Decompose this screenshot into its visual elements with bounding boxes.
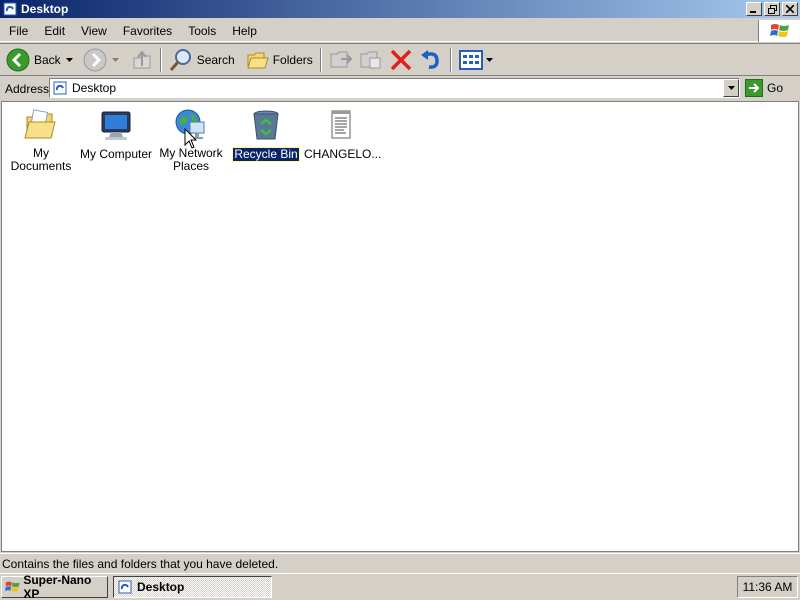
toolbar: Back Search Folders [0,43,800,76]
delete-button[interactable] [386,46,416,74]
windows-flag-icon [769,24,789,37]
go-arrow-icon [745,79,763,97]
taskbar-button-desktop[interactable]: Desktop [113,576,272,598]
search-button[interactable]: Search [166,46,238,74]
back-button[interactable]: Back [3,46,76,74]
menu-help[interactable]: Help [223,21,264,41]
restore-button[interactable] [764,2,780,16]
views-button[interactable] [456,46,496,74]
folders-icon [247,52,269,68]
up-folder-button[interactable] [128,46,156,74]
system-tray-clock[interactable]: 11:36 AM [737,576,798,598]
desktop-item-changelog[interactable]: CHANGELO... [303,104,382,161]
back-dropdown-icon[interactable] [65,57,73,62]
folders-button[interactable]: Folders [244,46,316,74]
toolbar-separator [449,47,452,72]
undo-icon [420,49,439,69]
desktop-item-label: Recycle Bin [232,147,300,162]
search-label: Search [196,52,235,67]
move-to-button[interactable] [326,46,356,74]
folder-documents-icon [24,109,56,139]
folders-label: Folders [272,52,313,67]
explorer-window-icon [3,2,17,16]
delete-x-icon [390,49,411,70]
minimize-button[interactable] [746,2,762,16]
forward-dropdown-icon[interactable] [111,57,119,62]
computer-icon [101,111,131,140]
mouse-cursor-icon [184,128,198,149]
desktop-item-label: My Documents [10,146,72,173]
close-icon [786,5,794,13]
windows-logo [758,20,800,42]
desktop-item-label: My Network Places [159,146,223,173]
desktop-item-my-documents[interactable]: My Documents [3,104,79,173]
toolbar-separator [159,47,162,72]
address-dropdown-button[interactable] [723,79,739,97]
start-button[interactable]: Super-Nano XP [1,573,108,600]
desktop-item-label: CHANGELO... [304,147,382,161]
views-icon [458,49,483,70]
window-title: Desktop [21,2,69,16]
search-icon [169,48,191,71]
status-bar: Contains the files and folders that you … [0,553,800,573]
toolbar-separator [319,47,322,72]
menu-bar: File Edit View Favorites Tools Help [0,20,800,42]
address-label: Address [5,81,50,96]
address-field[interactable]: Desktop [49,78,740,98]
clock-text: 11:36 AM [742,580,793,594]
minimize-icon [750,11,756,13]
move-to-icon [330,51,353,67]
up-folder-icon [133,49,151,68]
desktop-item-label: My Computer [79,147,153,161]
menu-file[interactable]: File [0,21,35,41]
windows-flag-icon [5,581,20,592]
taskbar: Super-Nano XP Desktop 11:36 AM [0,573,800,600]
menu-tools[interactable]: Tools [179,21,223,41]
go-button[interactable]: Go [745,79,783,97]
undo-button[interactable] [416,46,446,74]
menu-favorites[interactable]: Favorites [114,21,179,41]
back-arrow-icon [6,48,30,71]
forward-arrow-icon [83,48,107,71]
chevron-down-icon [727,86,735,90]
back-label: Back [34,52,61,67]
taskbar-button-label: Desktop [137,580,185,594]
explorer-window-icon [118,580,132,594]
desktop-item-recycle-bin[interactable]: Recycle Bin [228,104,304,162]
start-label: Super-Nano XP [23,573,92,600]
recycle-bin-icon [253,110,279,140]
go-label: Go [767,81,784,95]
desktop-location-icon [53,81,67,95]
address-value: Desktop [72,81,117,95]
close-button[interactable] [782,2,798,16]
menu-edit[interactable]: Edit [35,21,72,41]
menu-view[interactable]: View [72,21,114,41]
restore-icon [767,4,777,14]
title-bar[interactable]: Desktop [0,0,800,18]
copy-to-icon [360,51,381,68]
views-dropdown-icon[interactable] [485,57,493,62]
desktop-item-my-computer[interactable]: My Computer [78,104,154,161]
desktop-content-area[interactable]: My Documents My Computer My Network Plac… [1,101,799,552]
text-file-icon [331,110,351,139]
copy-to-button[interactable] [356,46,386,74]
forward-button[interactable] [80,46,122,74]
address-bar: Address Desktop Go [0,77,800,100]
status-text: Contains the files and folders that you … [2,556,279,571]
